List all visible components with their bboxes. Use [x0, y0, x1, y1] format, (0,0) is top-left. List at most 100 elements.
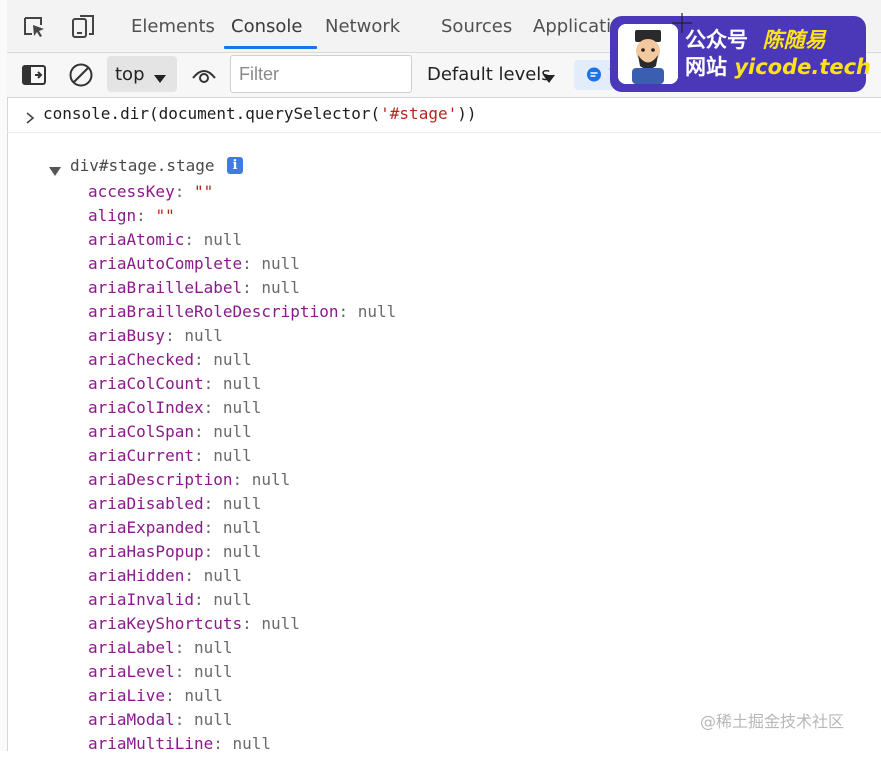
property-key: ariaBrailleRoleDescription: [88, 302, 339, 321]
root-node-label: div#stage.stage: [70, 156, 215, 175]
property-key: ariaChecked: [88, 350, 194, 369]
property-value: null: [222, 398, 262, 417]
chevron-right-icon: [25, 109, 35, 128]
tab-network[interactable]: Network: [325, 0, 400, 52]
property-key: ariaBrailleLabel: [88, 278, 243, 297]
property-key: ariaInvalid: [88, 590, 194, 609]
property-value: null: [261, 254, 300, 273]
property-value: null: [193, 638, 233, 657]
property-value: null: [261, 614, 300, 633]
property-value: null: [193, 662, 233, 681]
expand-triangle-icon[interactable]: [49, 162, 61, 181]
filter-input[interactable]: [230, 55, 412, 93]
property-row[interactable]: ariaAutoComplete: null: [88, 254, 396, 278]
property-row[interactable]: ariaBusy: null: [88, 326, 396, 350]
property-row[interactable]: accessKey: "": [88, 182, 396, 206]
property-row[interactable]: ariaLabel: null: [88, 638, 396, 662]
property-row[interactable]: ariaInvalid: null: [88, 590, 396, 614]
property-key: ariaColSpan: [88, 422, 194, 441]
info-icon[interactable]: i: [227, 157, 243, 174]
property-row[interactable]: ariaColSpan: null: [88, 422, 396, 446]
property-row[interactable]: ariaAtomic: null: [88, 230, 396, 254]
property-key: ariaLabel: [88, 638, 175, 657]
property-row[interactable]: ariaChecked: null: [88, 350, 396, 374]
property-value: null: [193, 710, 233, 729]
watermark-banner: 公众号 陈随易 网站 yicode.tech: [610, 16, 871, 92]
property-row[interactable]: ariaKeyShortcuts: null: [88, 614, 396, 638]
tab-sources[interactable]: Sources: [441, 0, 512, 52]
property-key: ariaAtomic: [88, 230, 185, 249]
watermark-line-2: 网站 yicode.tech: [685, 54, 871, 80]
property-value: null: [251, 470, 291, 489]
context-selector[interactable]: top: [107, 56, 177, 92]
property-value: null: [203, 566, 243, 585]
active-tab-indicator: [224, 46, 317, 49]
property-value: null: [222, 542, 262, 561]
property-value: null: [222, 518, 262, 537]
command-argument: '#stage': [380, 104, 458, 123]
property-row[interactable]: ariaCurrent: null: [88, 446, 396, 470]
command-call: console.dir(document.querySelector(: [43, 104, 381, 123]
chevron-down-icon: [542, 69, 556, 88]
property-key: ariaHasPopup: [88, 542, 204, 561]
property-value: null: [213, 350, 252, 369]
property-key: align: [88, 206, 137, 225]
property-row[interactable]: ariaHasPopup: null: [88, 542, 396, 566]
property-row[interactable]: ariaModal: null: [88, 710, 396, 734]
property-key: ariaColCount: [88, 374, 204, 393]
avatar: [618, 24, 678, 84]
property-row[interactable]: ariaColCount: null: [88, 374, 396, 398]
property-row[interactable]: ariaDisabled: null: [88, 494, 396, 518]
property-value: "": [193, 182, 214, 201]
property-row[interactable]: ariaExpanded: null: [88, 518, 396, 542]
property-value: null: [184, 686, 223, 705]
property-key: ariaCurrent: [88, 446, 194, 465]
property-row[interactable]: ariaHidden: null: [88, 566, 396, 590]
property-value: "": [155, 206, 175, 225]
property-row[interactable]: ariaBrailleLabel: null: [88, 278, 396, 302]
property-key: ariaKeyShortcuts: [88, 614, 243, 633]
live-expression-eye-icon[interactable]: [191, 64, 217, 90]
property-value: null: [261, 278, 300, 297]
property-key: ariaDisabled: [88, 494, 204, 513]
property-key: ariaModal: [88, 710, 175, 729]
tab-elements[interactable]: Elements: [131, 0, 215, 52]
inspect-element-icon[interactable]: [21, 14, 47, 40]
property-value: null: [213, 422, 252, 441]
property-key: ariaAutoComplete: [88, 254, 243, 273]
tab-console[interactable]: Console: [231, 0, 302, 52]
property-row[interactable]: align: "": [88, 206, 396, 230]
log-levels-dropdown[interactable]: Default levels: [427, 53, 551, 97]
watermark-label: 公众号: [685, 28, 748, 52]
property-key: ariaExpanded: [88, 518, 204, 537]
clear-console-icon[interactable]: [68, 62, 94, 92]
device-toolbar-icon[interactable]: [70, 14, 96, 40]
property-row[interactable]: ariaBrailleRoleDescription: null: [88, 302, 396, 326]
watermark-site: yicode.tech: [734, 55, 872, 79]
issues-badge[interactable]: 1: [574, 60, 618, 90]
property-value: null: [222, 374, 262, 393]
property-value: null: [203, 230, 243, 249]
property-row[interactable]: ariaLevel: null: [88, 662, 396, 686]
property-key: ariaMultiLine: [88, 734, 214, 753]
property-row[interactable]: ariaMultiLine: null: [88, 734, 396, 758]
watermark-name: 陈随易: [762, 28, 826, 52]
property-value: null: [213, 446, 252, 465]
message-bubble-icon: [586, 67, 602, 87]
console-output: console.dir(document.querySelector('#sta…: [7, 98, 881, 753]
chevron-down-icon: [153, 69, 167, 88]
sidebar-toggle-icon[interactable]: [21, 63, 47, 91]
property-row[interactable]: ariaColIndex: null: [88, 398, 396, 422]
property-key: accessKey: [88, 182, 175, 201]
property-value: null: [357, 302, 397, 321]
property-row[interactable]: ariaDescription: null: [88, 470, 396, 494]
property-value: null: [213, 590, 252, 609]
watermark-label: 网站: [685, 55, 727, 79]
property-key: ariaDescription: [88, 470, 233, 489]
property-value: null: [184, 326, 223, 345]
crosshair-icon: [672, 13, 692, 37]
command-entry: console.dir(document.querySelector('#sta…: [7, 98, 881, 133]
property-row[interactable]: ariaLive: null: [88, 686, 396, 710]
command-text[interactable]: console.dir(document.querySelector('#sta…: [43, 104, 476, 123]
context-label: top: [115, 64, 145, 85]
